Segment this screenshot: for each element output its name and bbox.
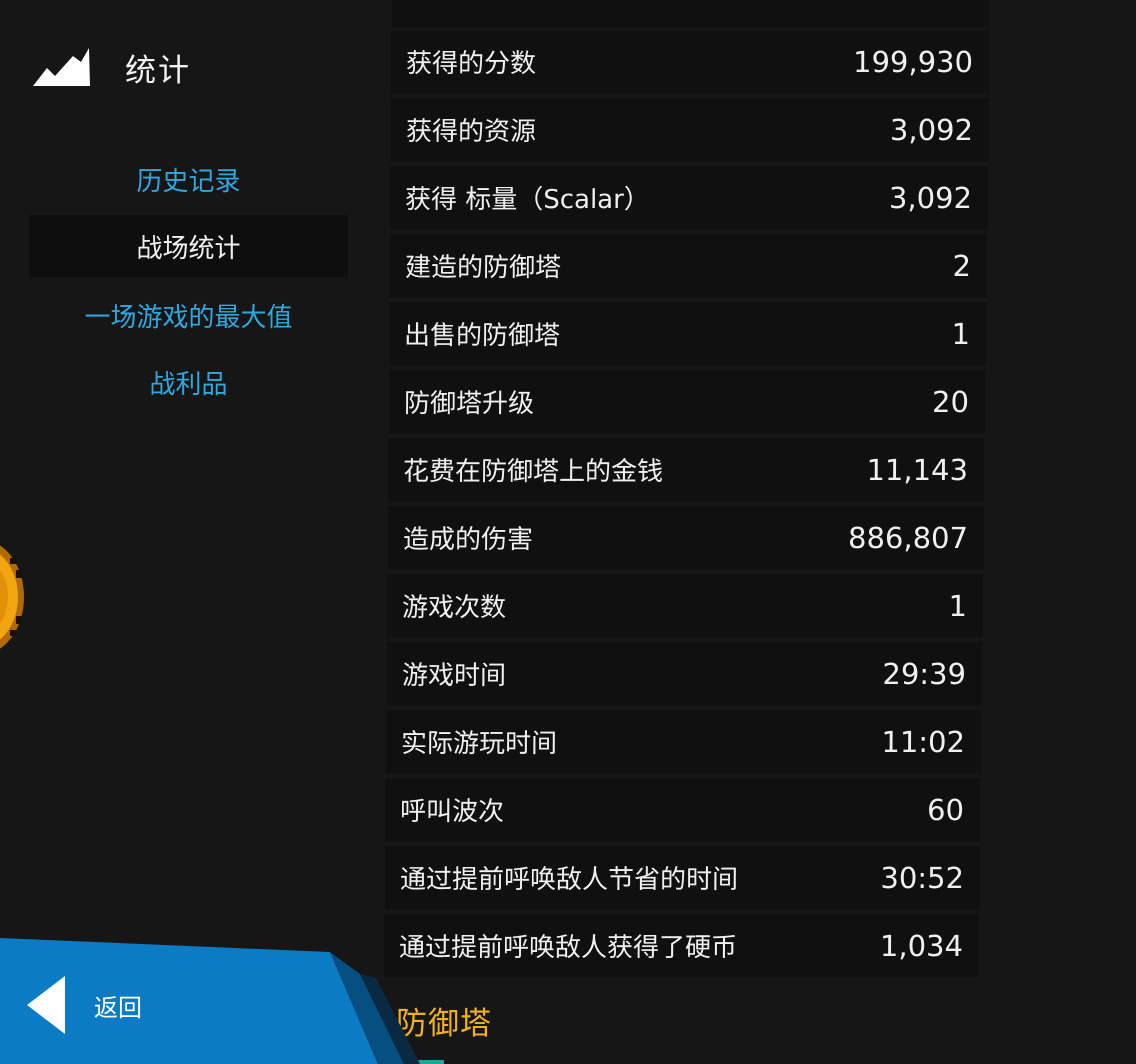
stat-row: 实际游玩时间 11:02 (385, 710, 982, 773)
back-button[interactable]: 返回 (0, 940, 360, 1064)
stat-row: 通过提前呼唤敌人节省的时间 30:52 (384, 846, 981, 909)
stat-row: 游戏时间 29:39 (386, 642, 983, 705)
stat-row: 呼叫波次 60 (384, 778, 981, 841)
stat-row: 获得的分数 199,930 (390, 30, 990, 93)
stat-label: 防御塔升级 (403, 389, 535, 419)
stat-value: 11,143 (866, 452, 969, 487)
stat-label: 游戏时间 (401, 661, 507, 691)
stat-label: 出售的防御塔 (403, 321, 561, 351)
stat-label: 呼叫波次 (399, 797, 505, 827)
stat-label: 获得 标量（Scalar） (404, 185, 650, 215)
stat-label: 游戏次数 (401, 593, 507, 623)
stat-label: 通过提前呼唤敌人节省的时间 (399, 865, 739, 895)
stat-value: 1 (951, 316, 971, 351)
stat-row: 防御塔升级 20 (388, 370, 986, 433)
stat-label: 造成的伤害 (402, 525, 534, 555)
stat-label: 获得的分数 (405, 49, 537, 79)
stat-row: 游戏次数 1 (386, 574, 984, 637)
stat-label: 建造的防御塔 (404, 253, 562, 283)
stat-value: 199,930 (852, 44, 974, 79)
stat-label: 获得的资源 (405, 117, 537, 147)
stat-row: 出售的防御塔 1 (388, 302, 987, 365)
stat-label: 实际游玩时间 (400, 729, 558, 759)
stat-value: 60 (927, 792, 965, 827)
stat-value: 3,092 (888, 180, 973, 215)
stat-value: 1 (948, 588, 968, 623)
stat-value: 11:02 (881, 724, 966, 759)
back-arrow-icon (27, 976, 65, 1034)
stat-label: 通过提前呼唤敌人获得了硬币 (398, 933, 738, 963)
stats-list: 获得的分数 199,930 获得的资源 3,092 获得 标量（Scalar） … (0, 0, 1136, 1064)
stat-row: 获得的资源 3,092 (390, 98, 990, 161)
stat-row: 通过提前呼唤敌人获得了硬币 1,034 (383, 914, 980, 977)
stat-row: 建造的防御塔 2 (389, 234, 988, 297)
stat-value: 886,807 (847, 520, 969, 555)
stat-value: 3,092 (889, 112, 974, 147)
stat-value: 30:52 (880, 860, 965, 895)
stat-row: 花费在防御塔上的金钱 11,143 (387, 438, 985, 501)
stat-row: 获得 标量（Scalar） 3,092 (389, 166, 989, 229)
stat-row-partial (391, 0, 990, 27)
stat-row: 造成的伤害 886,807 (387, 506, 985, 569)
stats-screen: 统计 历史记录 战场统计 一场游戏的最大值 战利品 获得的分数 199,930 … (0, 0, 1136, 1064)
stat-value: 1,034 (879, 928, 964, 963)
back-label: 返回 (94, 994, 142, 1022)
stat-label: 花费在防御塔上的金钱 (402, 457, 664, 487)
stat-value: 29:39 (882, 656, 967, 691)
stat-value: 20 (932, 384, 970, 419)
stat-value: 2 (952, 248, 972, 283)
